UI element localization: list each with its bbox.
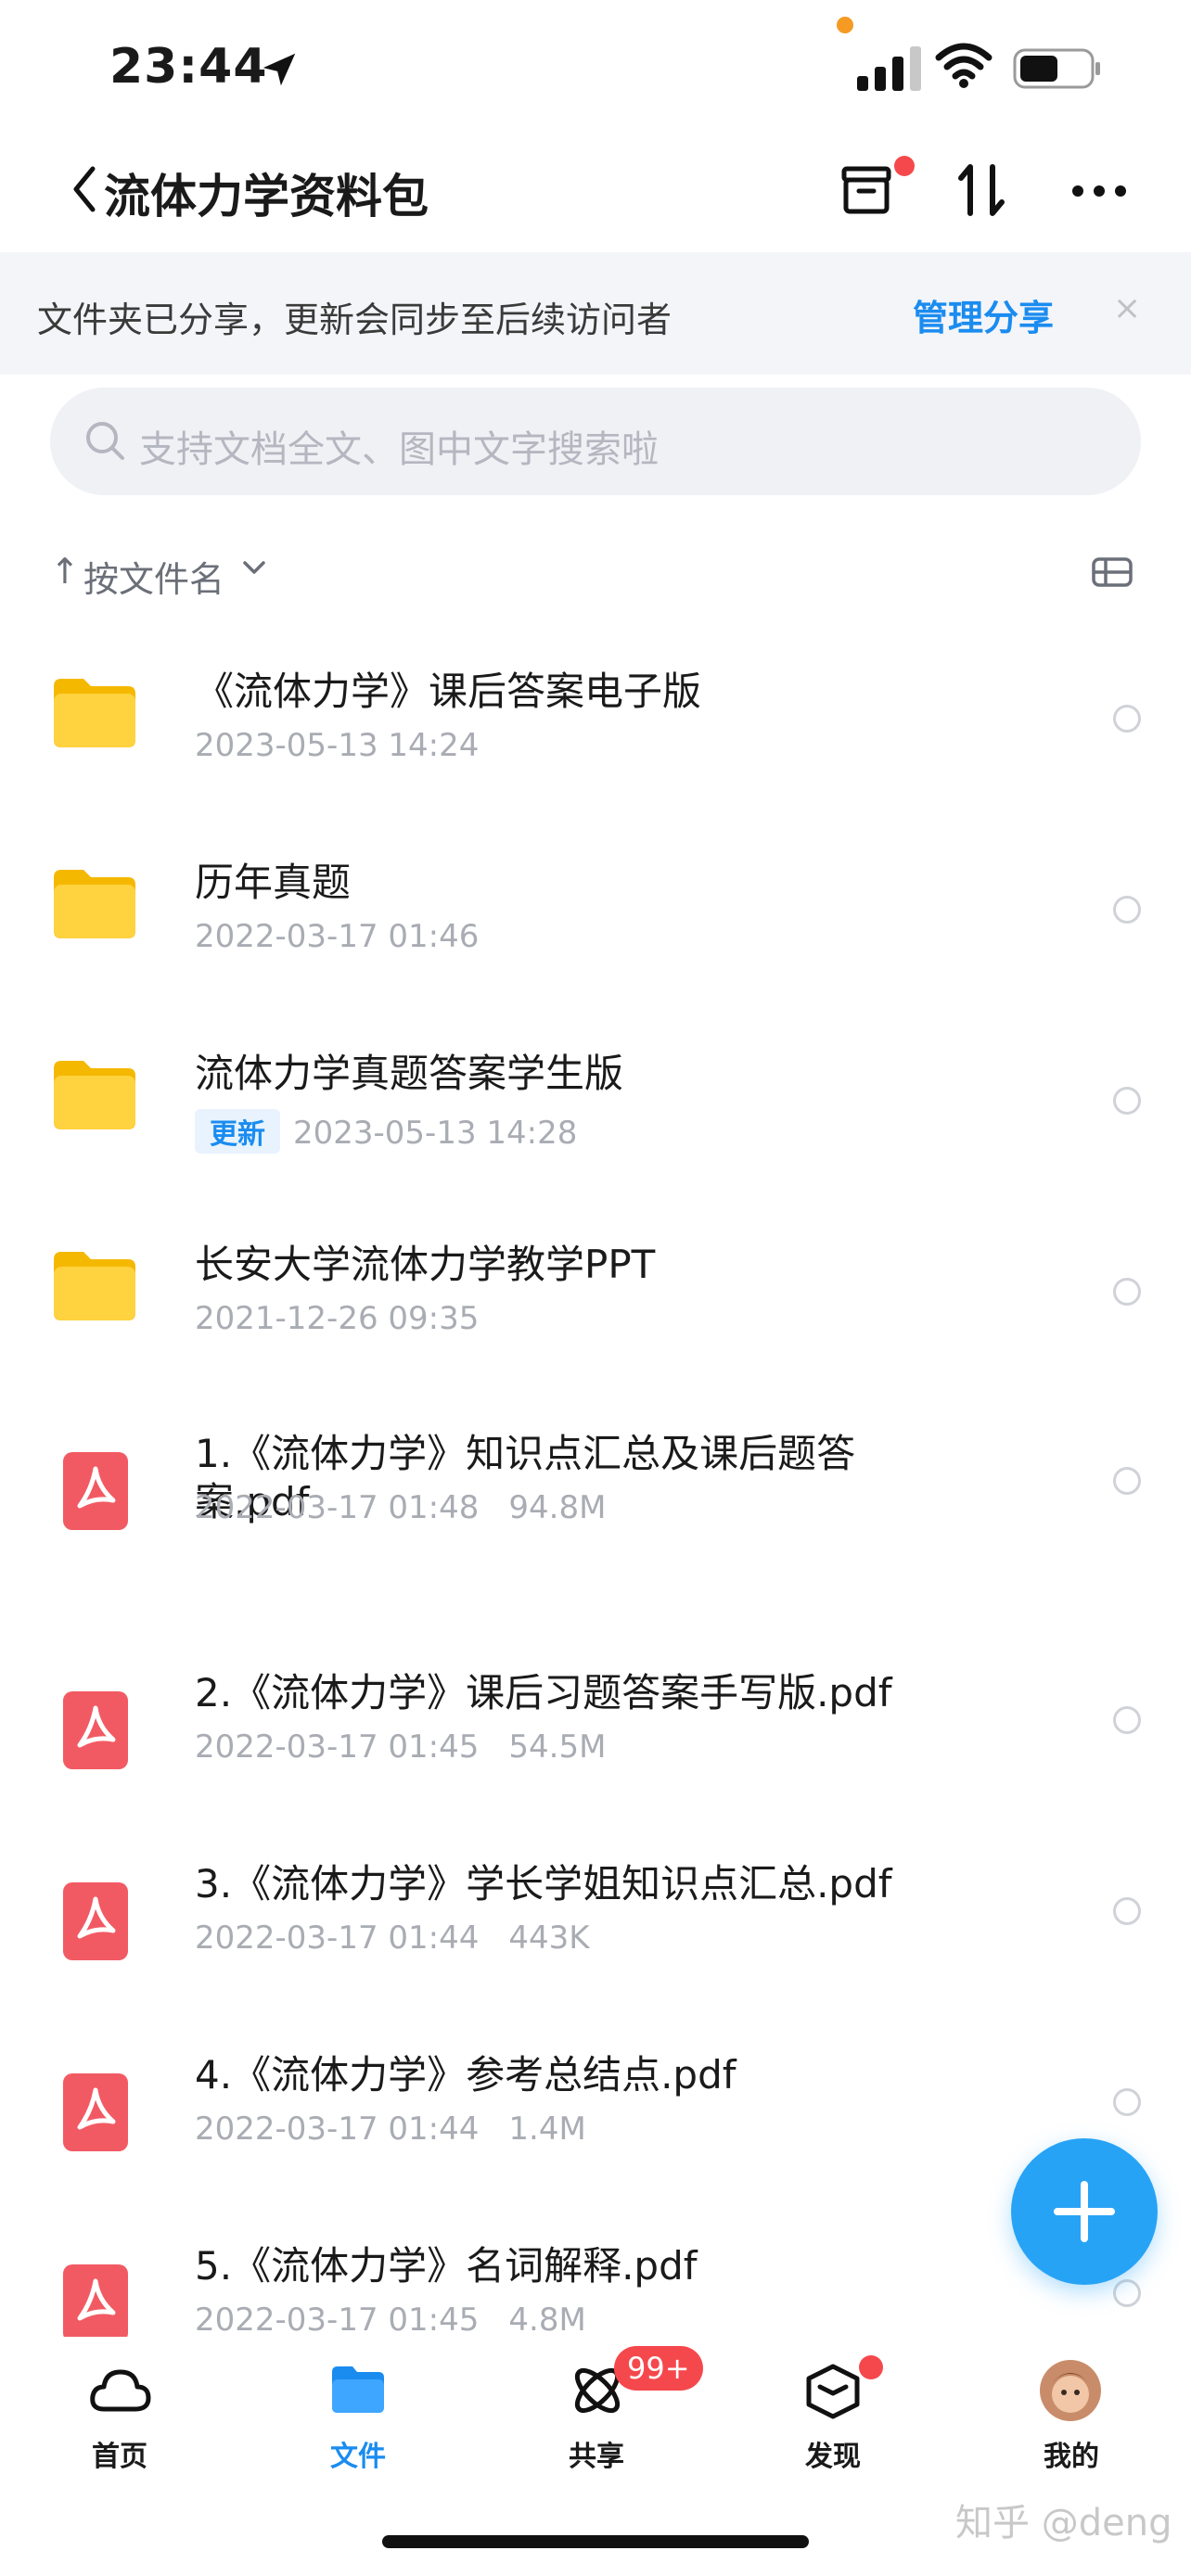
location-arrow-icon [263, 53, 296, 86]
item-name: 4.《流体力学》参考总结点.pdf [195, 2052, 736, 2098]
search-placeholder: 支持文档全文、图中文字搜索啦 [139, 428, 659, 471]
watermark: 知乎 @deng [955, 2502, 1172, 2544]
home-indicator [382, 2535, 809, 2548]
cube-icon [806, 2364, 860, 2419]
item-date: 2023-05-13 14:24 [195, 727, 480, 764]
item-date: 2022-03-17 01:45 [195, 1728, 480, 1766]
select-radio[interactable] [1113, 705, 1141, 733]
tab-share[interactable]: 共享 [522, 2433, 671, 2474]
item-size: 1.4M [508, 2111, 586, 2148]
folder-icon [52, 1248, 141, 1326]
item-meta: 2022-03-17 01:44 443K [195, 1919, 590, 1957]
folder-icon [52, 866, 141, 944]
tab-home[interactable]: 首页 [45, 2433, 194, 2474]
item-name: 2.《流体力学》课后习题答案手写版.pdf [195, 1670, 892, 1715]
item-name: 历年真题 [195, 860, 352, 905]
select-radio[interactable] [1113, 896, 1141, 924]
item-size: 4.8M [508, 2302, 586, 2339]
item-name: 3.《流体力学》学长学姐知识点汇总.pdf [195, 1861, 892, 1906]
battery-icon [1013, 48, 1100, 89]
transfer-box-icon[interactable] [839, 158, 894, 217]
item-date: 2021-12-26 09:35 [195, 1300, 480, 1337]
item-name: 长安大学流体力学教学PPT [195, 1242, 656, 1287]
select-radio[interactable] [1113, 1897, 1141, 1925]
item-size: 54.5M [508, 1728, 607, 1766]
item-date: 2023-05-13 14:28 [293, 1115, 578, 1152]
share-count-badge: 99+ [614, 2346, 703, 2391]
wifi-icon [935, 43, 992, 88]
manage-share-link[interactable]: 管理分享 [913, 289, 1054, 340]
item-meta: 更新 2023-05-13 14:28 [195, 1109, 577, 1154]
share-banner-text: 文件夹已分享，更新会同步至后续访问者 [37, 300, 672, 340]
pdf-icon [63, 1452, 152, 1534]
item-meta: 2023-05-13 14:24 [195, 727, 479, 764]
select-radio[interactable] [1113, 2088, 1141, 2116]
search-icon [86, 422, 124, 460]
item-name: 《流体力学》课后答案电子版 [195, 669, 702, 714]
tab-me[interactable]: 我的 [997, 2433, 1146, 2474]
item-meta: 2022-03-17 01:46 [195, 918, 479, 955]
pdf-icon [63, 1882, 152, 1964]
more-icon[interactable] [1070, 182, 1128, 200]
item-meta: 2022-03-17 01:48 94.8M [195, 1489, 606, 1526]
notification-dot [894, 156, 915, 176]
folder-icon [52, 675, 141, 753]
pdf-icon [63, 2073, 152, 2155]
avatar [1040, 2360, 1101, 2421]
item-date: 2022-03-17 01:44 [195, 1919, 480, 1957]
item-date: 2022-03-17 01:48 [195, 1489, 480, 1526]
item-meta: 2022-03-17 01:44 1.4M [195, 2111, 586, 2148]
privacy-indicator-dot [837, 17, 853, 33]
plus-icon [1054, 2181, 1115, 2242]
page-title: 流体力学资料包 [104, 170, 429, 223]
sort-direction-arrow[interactable]: ↑ [50, 551, 80, 592]
back-chevron-icon[interactable] [70, 161, 98, 217]
item-size: 443K [508, 1919, 590, 1957]
tab-files[interactable]: 文件 [284, 2433, 432, 2474]
item-meta: 2021-12-26 09:35 [195, 1300, 479, 1337]
item-date: 2022-03-17 01:44 [195, 2111, 480, 2148]
cloud-icon [90, 2369, 151, 2412]
item-date: 2022-03-17 01:46 [195, 918, 480, 955]
item-meta: 2022-03-17 01:45 54.5M [195, 1728, 606, 1766]
item-size: 94.8M [508, 1489, 607, 1526]
discover-notification-dot [859, 2355, 883, 2379]
sort-icon[interactable] [954, 161, 1011, 219]
banner-close-button[interactable]: × [1113, 289, 1141, 327]
update-tag: 更新 [195, 1109, 280, 1154]
add-fab-button[interactable] [1011, 2138, 1158, 2285]
pdf-icon [63, 1691, 152, 1773]
tab-discover[interactable]: 发现 [759, 2433, 907, 2474]
select-radio[interactable] [1113, 1467, 1141, 1495]
status-time: 23:44 [109, 39, 268, 95]
cellular-signal-icon [857, 46, 921, 91]
sort-by-filename[interactable]: 按文件名 [83, 551, 224, 602]
item-meta: 2022-03-17 01:45 4.8M [195, 2302, 586, 2339]
item-name: 流体力学真题答案学生版 [195, 1051, 624, 1096]
view-mode-icon[interactable] [1091, 556, 1133, 588]
item-date: 2022-03-17 01:45 [195, 2302, 480, 2339]
item-name: 5.《流体力学》名词解释.pdf [195, 2243, 698, 2289]
select-radio[interactable] [1113, 1278, 1141, 1306]
folder-icon [52, 1057, 141, 1135]
pdf-icon [63, 2264, 152, 2346]
chevron-down-icon[interactable] [241, 555, 267, 580]
select-radio[interactable] [1113, 1087, 1141, 1115]
folder-icon [332, 2366, 384, 2413]
select-radio[interactable] [1113, 1706, 1141, 1734]
